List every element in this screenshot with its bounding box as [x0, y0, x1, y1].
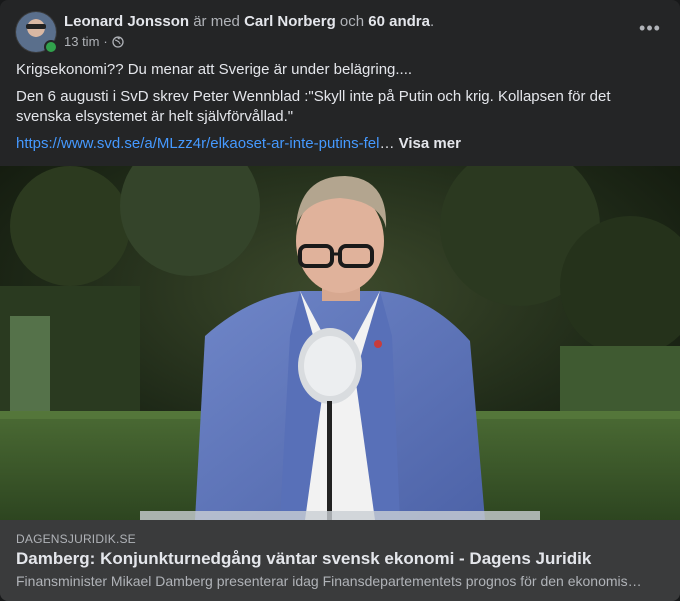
link-preview-title[interactable]: Damberg: Konjunkturnedgång väntar svensk…	[16, 548, 664, 570]
post-text-paragraph2: Den 6 augusti i SvD skrev Peter Wennblad…	[16, 88, 611, 125]
author-name-link[interactable]: Leonard Jonsson	[64, 13, 189, 30]
post-header: Leonard Jonsson är med Carl Norberg och …	[16, 12, 664, 54]
online-status-icon	[44, 40, 58, 54]
author-line: Leonard Jonsson är med Carl Norberg och …	[64, 12, 434, 32]
meta-separator: ·	[103, 34, 108, 49]
link-preview-photo[interactable]	[0, 166, 680, 520]
period: .	[429, 13, 435, 30]
link-preview-domain: DAGENSJURIDIK.SE	[16, 532, 136, 546]
link-preview[interactable]: DAGENSJURIDIK.SE Damberg: Konjunkturnedg…	[0, 520, 680, 601]
post-text-url-line: https://www.svd.se/a/MLzz4r/elkaoset-ar-…	[16, 134, 461, 154]
ellipsis: …	[379, 135, 395, 152]
and-text: och	[335, 13, 369, 30]
with-text: är med	[189, 13, 245, 30]
tagged-person-link[interactable]: Carl Norberg	[244, 13, 336, 30]
more-options-icon[interactable]: •••	[636, 14, 664, 42]
see-more-button[interactable]: Visa mer	[399, 135, 461, 152]
timestamp-link[interactable]: 13 tim	[64, 34, 99, 50]
post-text-line1: Krigsekonomi?? Du menar att Sverige är u…	[16, 61, 413, 78]
post-meta: 13 tim ·	[64, 34, 124, 50]
others-link[interactable]: 60 andra	[368, 13, 430, 30]
article-url-link[interactable]: https://www.svd.se/a/MLzz4r/elkaoset-ar-…	[16, 135, 379, 152]
post-card: Leonard Jonsson är med Carl Norberg och …	[0, 0, 680, 601]
globe-icon[interactable]	[112, 36, 124, 48]
link-preview-description: Finansminister Mikael Damberg presentera…	[16, 573, 646, 589]
